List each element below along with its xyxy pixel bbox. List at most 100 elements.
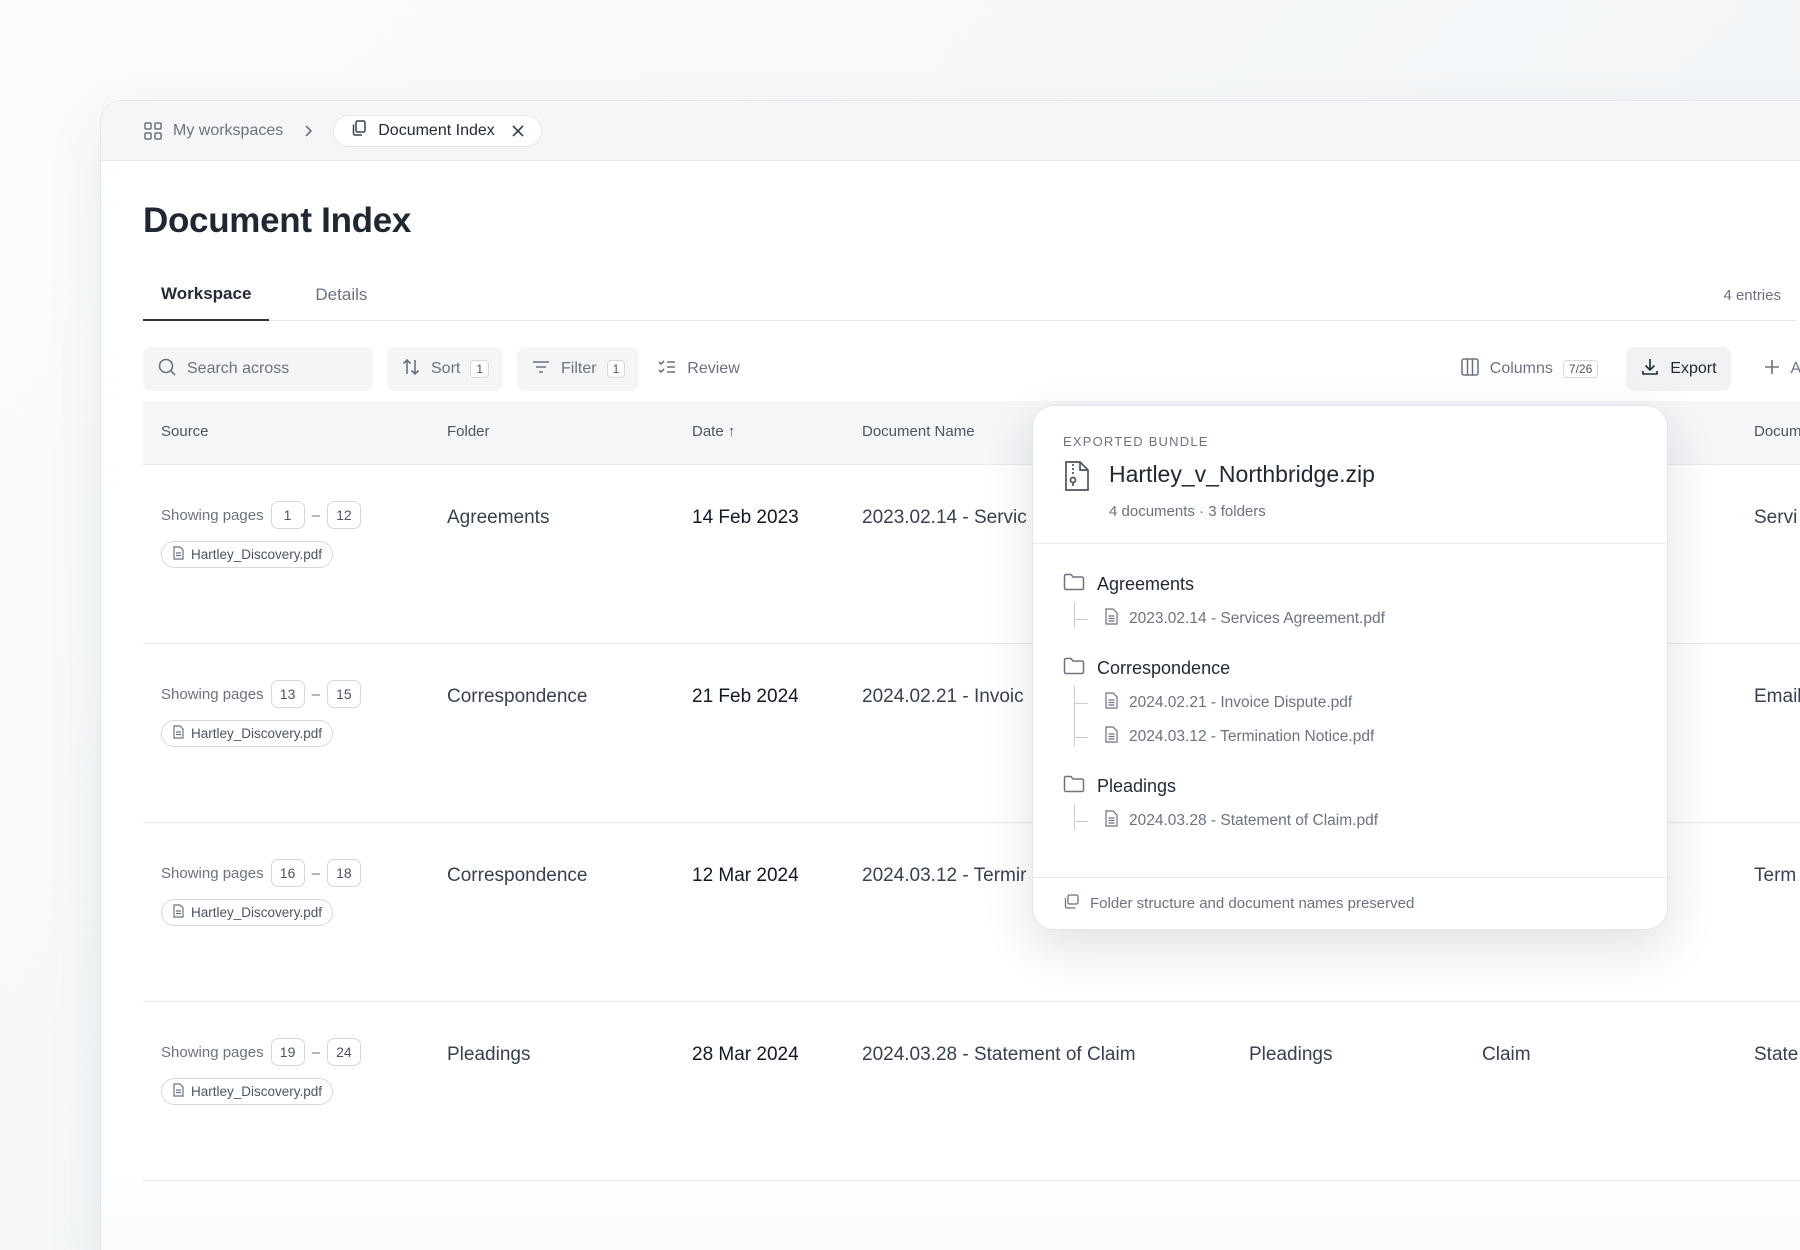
folder-cell: Agreements — [447, 507, 550, 528]
pages-label: Showing pages — [161, 864, 264, 882]
document-type-cell: Servi — [1754, 507, 1798, 528]
folder-icon — [1063, 573, 1085, 596]
header-folder[interactable]: Folder — [447, 423, 490, 440]
page-to[interactable]: 12 — [326, 501, 361, 529]
file-name: 2024.02.21 - Invoice Dispute.pdf — [1129, 694, 1353, 711]
review-button[interactable]: Review — [653, 347, 743, 391]
document-type-cell: State — [1754, 1044, 1799, 1065]
page-range: Showing pages 13 – 15 — [161, 680, 361, 708]
source-file-chip[interactable]: Hartley_Discovery.pdf — [161, 899, 334, 926]
source-file-chip[interactable]: Hartley_Discovery.pdf — [161, 541, 334, 568]
page-from[interactable]: 1 — [270, 501, 305, 529]
folder-files: 2024.03.28 - Statement of Claim.pdf — [1074, 804, 1637, 838]
document-type-cell: Term — [1754, 865, 1797, 886]
top-bar: My workspaces Document Index — [101, 101, 1800, 161]
tab-label: Document Index — [378, 121, 495, 139]
folder-cell: Correspondence — [447, 686, 588, 707]
document-name-cell: 2024.02.21 - Invoic — [862, 686, 1024, 707]
folder-pleadings[interactable]: Pleadings — [1063, 768, 1637, 804]
document-icon — [1104, 692, 1119, 714]
date-cell: 21 Feb 2024 — [692, 686, 799, 707]
columns-icon — [1460, 357, 1480, 382]
review-label: Review — [687, 360, 740, 377]
close-icon[interactable] — [511, 124, 525, 138]
filter-count-badge: 1 — [606, 360, 626, 378]
page-to[interactable]: 15 — [326, 680, 361, 708]
sort-count-badge: 1 — [470, 360, 490, 378]
page-to[interactable]: 18 — [326, 859, 361, 887]
file-name: 2024.03.12 - Termination Notice.pdf — [1129, 728, 1375, 745]
bundle-summary: 4 documents · 3 folders — [1109, 503, 1266, 520]
folder-group: Agreements 2023.02.14 - Services Agreeme… — [1063, 566, 1637, 636]
file-icon — [172, 546, 185, 563]
filter-icon — [531, 357, 551, 382]
export-label: Export — [1670, 360, 1717, 377]
date-cell: 12 Mar 2024 — [692, 865, 799, 886]
page-to[interactable]: 24 — [326, 1038, 361, 1066]
bundle-file[interactable]: 2024.02.21 - Invoice Dispute.pdf — [1074, 686, 1637, 720]
document-type-cell: Email — [1754, 686, 1800, 707]
folder-group: Pleadings 2024.03.28 - Statement of Clai… — [1063, 768, 1637, 838]
bundle-file[interactable]: 2024.03.12 - Termination Notice.pdf — [1074, 720, 1637, 754]
document-icon — [1104, 608, 1119, 630]
footer-note: Folder structure and document names pres… — [1090, 895, 1415, 912]
columns-button[interactable]: Columns 7/26 — [1456, 347, 1603, 391]
page-from[interactable]: 16 — [270, 859, 305, 887]
page-range: Showing pages 1 – 12 — [161, 501, 361, 529]
folder-agreements[interactable]: Agreements — [1063, 566, 1637, 602]
document-name-cell: 2024.03.28 - Statement of Claim — [862, 1044, 1136, 1065]
header-document-type[interactable]: Docum — [1754, 423, 1800, 440]
file-name: Hartley_Discovery.pdf — [191, 726, 323, 741]
sort-icon — [401, 357, 421, 382]
filter-button[interactable]: Filter 1 — [517, 347, 640, 391]
popover-divider — [1033, 543, 1667, 544]
tab-workspace[interactable]: Workspace — [143, 269, 270, 321]
file-icon — [172, 1083, 185, 1100]
folder-name: Agreements — [1097, 573, 1195, 594]
search-box[interactable] — [143, 347, 373, 391]
table-row[interactable]: Showing pages 19 – 24 Hartley_Discovery.… — [143, 1002, 1800, 1181]
folder-files: 2024.02.21 - Invoice Dispute.pdf 2024.03… — [1074, 686, 1637, 754]
source-file-chip[interactable]: Hartley_Discovery.pdf — [161, 1078, 334, 1105]
tab-bar: Workspace Details 4 entries — [143, 269, 1796, 321]
main-content: Document Index Workspace Details 4 entri… — [143, 161, 1800, 391]
columns-count-badge: 7/26 — [1562, 360, 1599, 378]
sort-button[interactable]: Sort 1 — [387, 347, 504, 391]
breadcrumb-workspaces[interactable]: My workspaces — [173, 122, 283, 140]
toolbar: Sort 1 Filter 1 Review — [143, 347, 1800, 391]
export-button[interactable]: Export — [1626, 347, 1731, 391]
file-icon — [172, 904, 185, 921]
tab-details[interactable]: Details — [297, 269, 385, 321]
copy-icon — [1063, 893, 1080, 914]
plus-icon — [1763, 358, 1781, 381]
breadcrumb[interactable]: My workspaces — [143, 121, 283, 141]
add-entry-button[interactable]: Add entry — [1759, 347, 1800, 391]
date-cell: 28 Mar 2024 — [692, 1044, 799, 1065]
folder-correspondence[interactable]: Correspondence — [1063, 650, 1637, 686]
bundle-file[interactable]: 2024.03.28 - Statement of Claim.pdf — [1074, 804, 1637, 838]
folder-name: Correspondence — [1097, 657, 1231, 678]
folder-name: Pleadings — [1097, 775, 1177, 796]
header-source[interactable]: Source — [161, 423, 209, 440]
folder-cell: Correspondence — [447, 865, 588, 886]
entries-count: 4 entries — [1723, 287, 1781, 304]
document-index-tab[interactable]: Document Index — [333, 114, 542, 147]
filter-label: Filter — [561, 360, 597, 377]
header-document-name[interactable]: Document Name — [862, 423, 975, 440]
page-range: Showing pages 19 – 24 — [161, 1038, 361, 1066]
header-date[interactable]: Date ↑ — [692, 423, 735, 440]
range-dash: – — [311, 685, 320, 703]
source-file-chip[interactable]: Hartley_Discovery.pdf — [161, 720, 334, 747]
bundle-tree: Agreements 2023.02.14 - Services Agreeme… — [1063, 566, 1637, 852]
sort-label: Sort — [431, 360, 461, 377]
file-name: 2023.02.14 - Services Agreement.pdf — [1129, 610, 1385, 627]
bundle-title: Hartley_v_Northbridge.zip — [1109, 461, 1375, 487]
page-from[interactable]: 13 — [270, 680, 305, 708]
pages-label: Showing pages — [161, 685, 264, 703]
popover-eyebrow: EXPORTED BUNDLE — [1063, 434, 1209, 449]
search-input[interactable] — [187, 360, 347, 378]
folder-icon — [1063, 657, 1085, 680]
bundle-file[interactable]: 2023.02.14 - Services Agreement.pdf — [1074, 602, 1637, 636]
columns-label: Columns — [1489, 360, 1553, 377]
page-from[interactable]: 19 — [270, 1038, 305, 1066]
